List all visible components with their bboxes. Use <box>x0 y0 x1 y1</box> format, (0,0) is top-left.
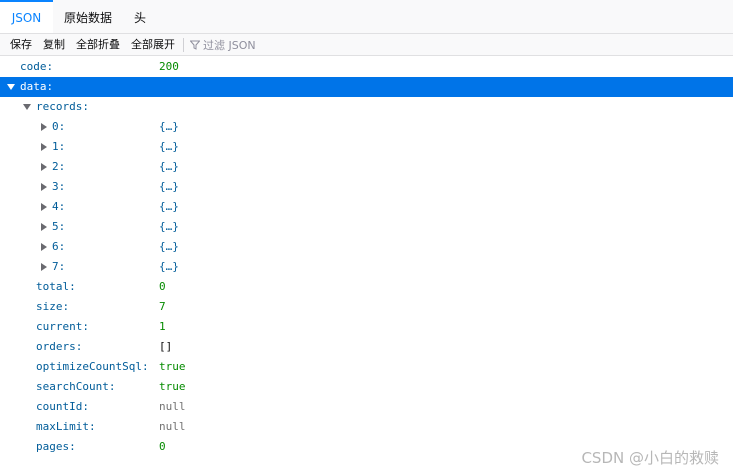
row-key: countId: <box>36 400 89 413</box>
tab-raw-data[interactable]: 原始数据 <box>58 0 118 33</box>
tree-row-records[interactable]: records: <box>0 97 733 117</box>
tree-row-record[interactable]: 1: {…} <box>0 137 733 157</box>
funnel-icon <box>190 40 200 50</box>
row-value: {…} <box>159 260 179 273</box>
filter-input[interactable]: 过滤 JSON <box>190 34 256 55</box>
row-value: 1 <box>159 320 166 333</box>
collapse-arrow-icon[interactable] <box>41 223 47 231</box>
save-button[interactable]: 保存 <box>10 34 32 55</box>
row-value: {…} <box>159 200 179 213</box>
row-key: current: <box>36 320 89 333</box>
tab-headers[interactable]: 头 <box>126 0 154 33</box>
json-viewer: JSON 原始数据 头 保存 复制 全部折叠 全部展开 过滤 JSON code… <box>0 0 733 476</box>
row-key: maxLimit: <box>36 420 96 433</box>
collapse-arrow-icon[interactable] <box>41 183 47 191</box>
copy-button[interactable]: 复制 <box>43 34 65 55</box>
tree-row-record[interactable]: 3: {…} <box>0 177 733 197</box>
row-key: orders: <box>36 340 83 353</box>
row-key: size: <box>36 300 70 313</box>
tree-row-record[interactable]: 2: {…} <box>0 157 733 177</box>
filter-placeholder: 过滤 JSON <box>203 38 256 52</box>
json-tree: code: 200 data: records: 0: {…} 1: {…} 2… <box>0 57 733 457</box>
row-value: 0 <box>159 440 166 453</box>
toolbar-divider <box>183 38 184 52</box>
tree-row-record[interactable]: 5: {…} <box>0 217 733 237</box>
tree-row-record[interactable]: 7: {…} <box>0 257 733 277</box>
tree-row-code[interactable]: code: 200 <box>0 57 733 77</box>
tree-row-size[interactable]: size: 7 <box>0 297 733 317</box>
row-key: 5: <box>52 220 66 233</box>
row-key: 1: <box>52 140 66 153</box>
row-key: optimizeCountSql: <box>36 360 149 373</box>
tree-row-search-count[interactable]: searchCount: true <box>0 377 733 397</box>
row-key: data: <box>20 80 54 93</box>
row-value: {…} <box>159 160 179 173</box>
row-value: {…} <box>159 140 179 153</box>
row-value: 200 <box>159 60 179 73</box>
tree-row-record[interactable]: 6: {…} <box>0 237 733 257</box>
collapse-arrow-icon[interactable] <box>41 263 47 271</box>
expand-arrow-icon[interactable] <box>7 84 15 90</box>
row-key: pages: <box>36 440 76 453</box>
collapse-arrow-icon[interactable] <box>41 163 47 171</box>
row-key: 7: <box>52 260 66 273</box>
row-value: {…} <box>159 120 179 133</box>
row-value: {…} <box>159 180 179 193</box>
tree-row-optimize-count-sql[interactable]: optimizeCountSql: true <box>0 357 733 377</box>
row-value: null <box>159 400 186 413</box>
toolbar: 保存 复制 全部折叠 全部展开 过滤 JSON <box>0 34 733 56</box>
collapse-arrow-icon[interactable] <box>41 203 47 211</box>
watermark: CSDN @小白的救赎 <box>581 449 719 467</box>
collapse-arrow-icon[interactable] <box>41 143 47 151</box>
tree-row-current[interactable]: current: 1 <box>0 317 733 337</box>
row-key: 6: <box>52 240 66 253</box>
expand-all-button[interactable]: 全部展开 <box>131 34 175 55</box>
collapse-all-button[interactable]: 全部折叠 <box>76 34 120 55</box>
tree-row-orders[interactable]: orders: [] <box>0 337 733 357</box>
tab-json[interactable]: JSON <box>0 0 53 33</box>
row-key: searchCount: <box>36 380 116 393</box>
row-key: 2: <box>52 160 66 173</box>
tree-row-record[interactable]: 4: {…} <box>0 197 733 217</box>
row-key: 4: <box>52 200 66 213</box>
row-value: [] <box>159 340 173 353</box>
collapse-arrow-icon[interactable] <box>41 243 47 251</box>
row-key: 3: <box>52 180 66 193</box>
collapse-arrow-icon[interactable] <box>41 123 47 131</box>
row-value: {…} <box>159 240 179 253</box>
row-value: {…} <box>159 220 179 233</box>
row-value: 7 <box>159 300 166 313</box>
row-key: total: <box>36 280 76 293</box>
row-key: code: <box>20 60 54 73</box>
row-key: 0: <box>52 120 66 133</box>
row-value: 0 <box>159 280 166 293</box>
row-value: true <box>159 360 186 373</box>
row-value: null <box>159 420 186 433</box>
tree-row-total[interactable]: total: 0 <box>0 277 733 297</box>
row-key: records: <box>36 100 89 113</box>
tab-bar: JSON 原始数据 头 <box>0 0 733 34</box>
tree-row-count-id[interactable]: countId: null <box>0 397 733 417</box>
tree-row-data[interactable]: data: <box>0 77 733 97</box>
row-value: true <box>159 380 186 393</box>
tree-row-record[interactable]: 0: {…} <box>0 117 733 137</box>
tree-row-max-limit[interactable]: maxLimit: null <box>0 417 733 437</box>
expand-arrow-icon[interactable] <box>23 104 31 110</box>
